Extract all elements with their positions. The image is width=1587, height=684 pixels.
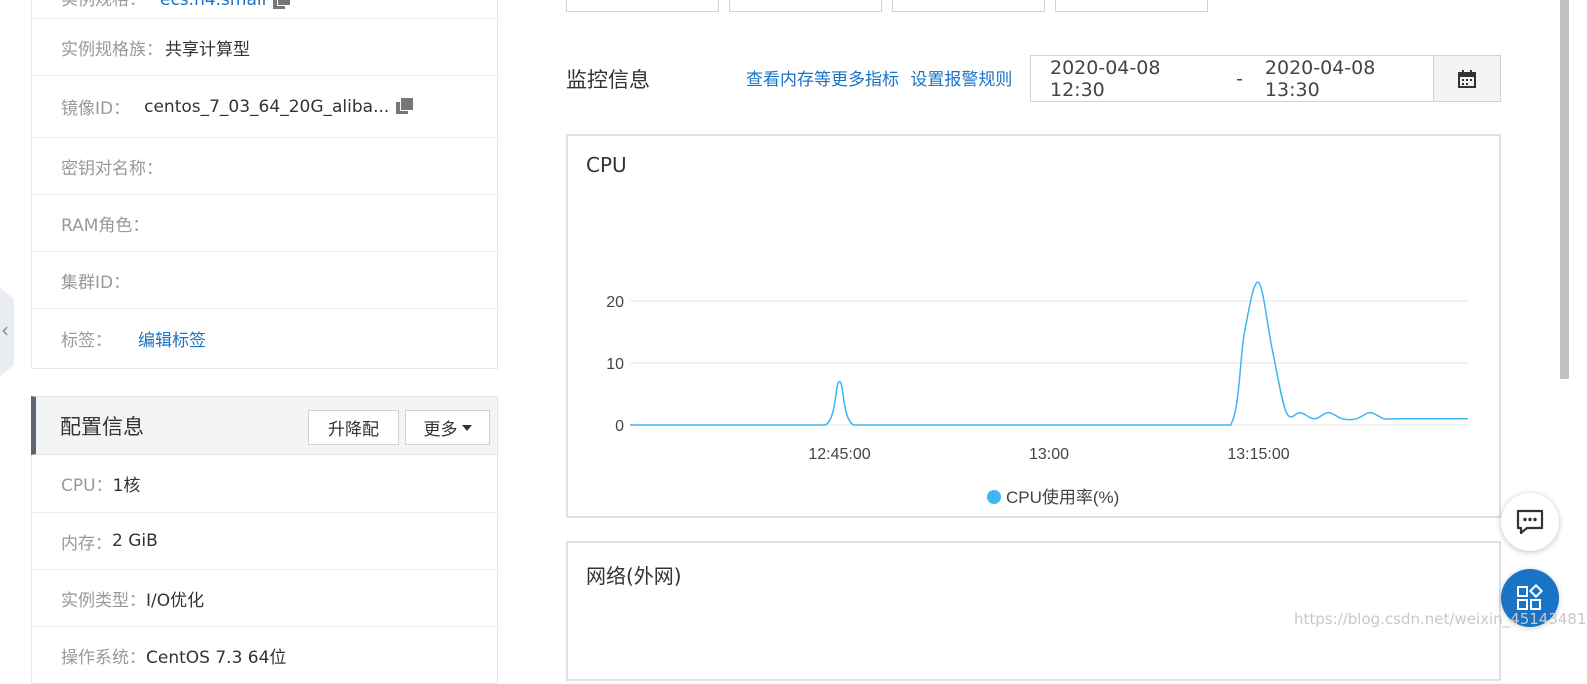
- x-tick-label: 13:15:00: [1227, 446, 1289, 463]
- action-button[interactable]: [1055, 0, 1208, 12]
- chat-button[interactable]: [1501, 493, 1559, 551]
- spec-value[interactable]: ecs.n4.small: [160, 0, 266, 10]
- spec-label: 实例规格：: [61, 0, 146, 10]
- keypair-label: 密钥对名称：: [61, 158, 163, 179]
- monitor-links: 查看内存等更多指标 设置报警规则: [746, 65, 1012, 90]
- upgrade-button-label: 升降配: [328, 420, 379, 440]
- tag-label: 标签：: [61, 331, 112, 351]
- collapse-tab[interactable]: ‹: [0, 288, 14, 376]
- y-tick-label: 0: [615, 418, 624, 435]
- date-end: 2020-04-08 13:30: [1264, 56, 1376, 101]
- caret-down-icon: [461, 424, 472, 431]
- info-row-keypair: 密钥对名称：: [32, 137, 497, 194]
- cpu-chart: 0 10 20 12:45:00 13:00 13:15:00 CPU使用率(%): [606, 281, 1468, 507]
- copy-icon[interactable]: [396, 98, 414, 115]
- apps-icon: [1517, 584, 1544, 610]
- cluster-label: 集群ID：: [61, 272, 131, 293]
- action-button[interactable]: [892, 0, 1045, 12]
- date-separator: -: [1236, 67, 1243, 90]
- more-metrics-link[interactable]: 查看内存等更多指标: [746, 70, 899, 90]
- action-button[interactable]: [566, 0, 719, 12]
- y-tick-label: 10: [606, 356, 624, 373]
- info-row-ram: RAM角色：: [32, 194, 497, 251]
- top-action-buttons: [566, 0, 1208, 12]
- date-range-picker[interactable]: 2020-04-08 12:30 - 2020-04-08 13:30: [1030, 55, 1434, 102]
- instance-info-list: 实例规格： ecs.n4.small 实例规格族： 共享计算型 镜像ID： ce…: [31, 0, 498, 369]
- image-value: centos_7_03_64_20G_aliba...: [144, 96, 390, 117]
- network-panel-title: 网络(外网): [586, 564, 682, 588]
- config-title: 配置信息: [60, 414, 144, 439]
- chat-icon: [1516, 509, 1544, 535]
- action-button[interactable]: [729, 0, 882, 12]
- config-row-label: 操作系统：: [61, 647, 146, 668]
- watermark-text: https://blog.csdn.net/weixin_45143481: [1294, 610, 1587, 628]
- config-row-memory: 内存： 2 GiB: [32, 512, 497, 569]
- chevron-left-icon: ‹: [1, 318, 9, 342]
- y-tick-label: 20: [606, 294, 624, 311]
- config-info-list: CPU： 1核 内存： 2 GiB 实例类型： I/O优化 操作系统： Cent…: [31, 455, 498, 684]
- info-row-family: 实例规格族： 共享计算型: [32, 18, 497, 75]
- info-row-tag: 标签： 编辑标签: [32, 308, 497, 368]
- cpu-series-line: [630, 281, 1468, 426]
- edit-tags-link[interactable]: 编辑标签: [138, 326, 206, 351]
- calendar-button[interactable]: [1433, 55, 1501, 102]
- x-tick-label: 12:45:00: [808, 446, 870, 463]
- legend-label: CPU使用率(%): [1006, 487, 1119, 507]
- image-label: 镜像ID：: [61, 99, 131, 119]
- config-row-value: I/O优化: [146, 590, 205, 611]
- cpu-chart-panel: CPU 0 10 20 12:45:00 13:00 13:15:00 CPU使用率(%): [566, 134, 1501, 518]
- config-row-label: 实例类型：: [61, 590, 146, 611]
- instance-info-panel: 实例规格： ecs.n4.small 实例规格族： 共享计算型 镜像ID： ce…: [31, 0, 498, 369]
- legend-marker: [987, 490, 1001, 504]
- upgrade-button[interactable]: 升降配: [308, 410, 399, 445]
- family-value: 共享计算型: [165, 39, 250, 60]
- info-row-cluster: 集群ID：: [32, 251, 497, 308]
- config-row-cpu: CPU： 1核: [32, 455, 497, 512]
- config-row-value: 1核: [112, 476, 141, 496]
- info-row-spec: 实例规格： ecs.n4.small: [32, 0, 497, 18]
- family-label: 实例规格族：: [61, 39, 163, 60]
- alarm-rules-link[interactable]: 设置报警规则: [910, 70, 1012, 90]
- x-tick-label: 13:00: [1029, 446, 1069, 463]
- config-row-os: 操作系统： CentOS 7.3 64位: [32, 626, 497, 683]
- config-row-value: 2 GiB: [112, 531, 158, 551]
- config-section-header: 配置信息 升降配 更多: [31, 396, 498, 455]
- ram-label: RAM角色：: [61, 215, 150, 236]
- scrollbar[interactable]: [1560, 0, 1569, 379]
- config-row-label: 内存：: [61, 533, 112, 554]
- config-row-value: CentOS 7.3 64位: [146, 647, 287, 668]
- more-button-label: 更多: [423, 420, 458, 440]
- more-dropdown-button[interactable]: 更多: [405, 410, 490, 445]
- calendar-icon: [1458, 69, 1476, 88]
- info-row-image: 镜像ID： centos_7_03_64_20G_aliba...: [32, 75, 497, 137]
- config-row-instance-type: 实例类型： I/O优化: [32, 569, 497, 626]
- monitor-title: 监控信息: [566, 68, 650, 92]
- copy-icon[interactable]: [273, 0, 291, 10]
- config-row-label: CPU：: [61, 476, 113, 496]
- date-start: 2020-04-08 12:30: [1050, 56, 1161, 101]
